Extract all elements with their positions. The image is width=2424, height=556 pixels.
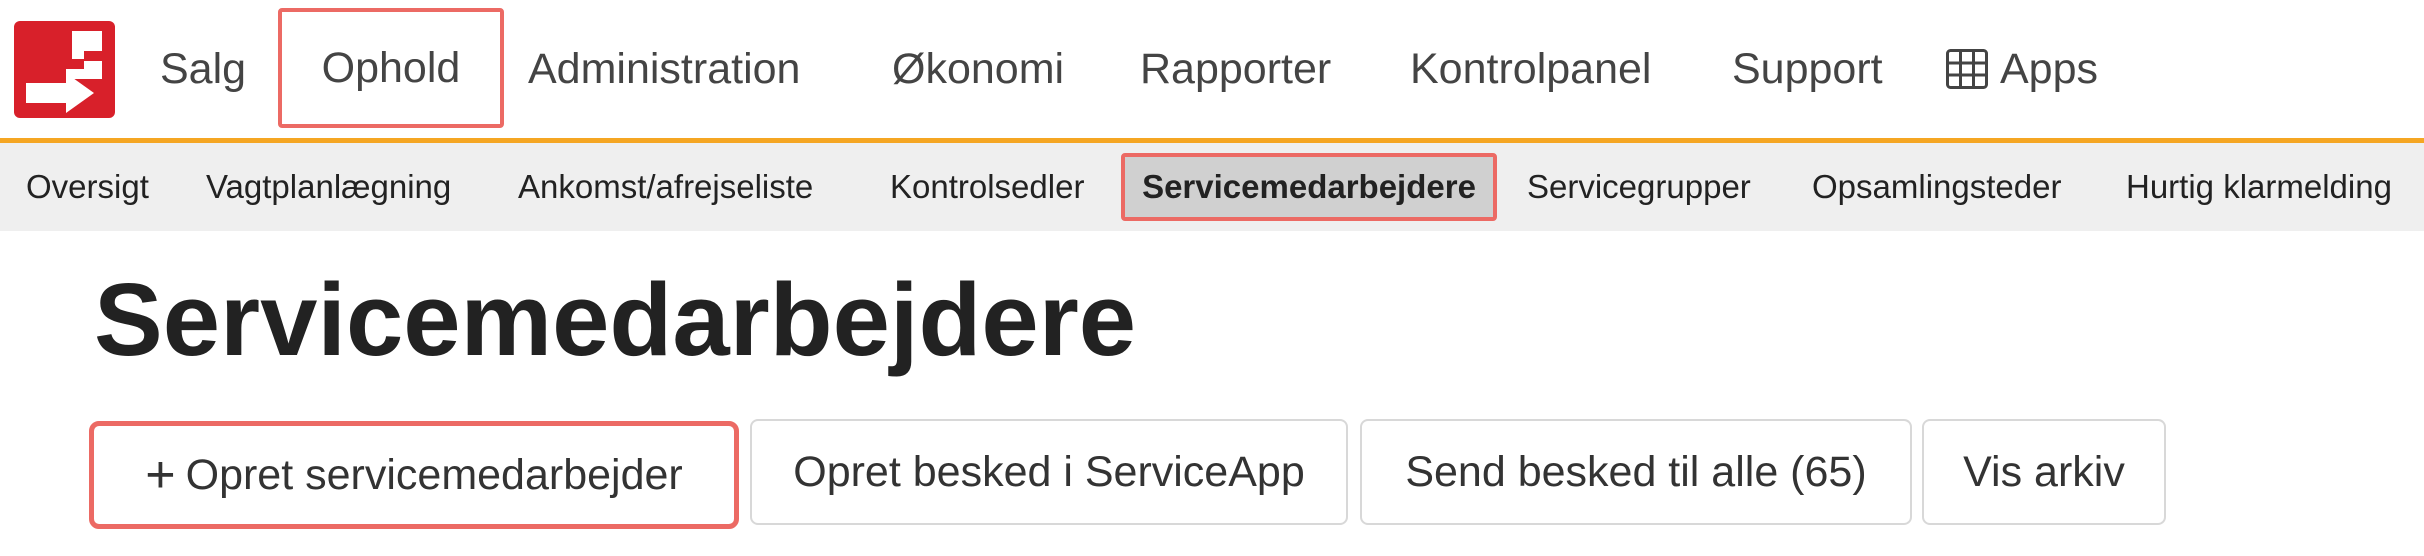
subnav-item-vagtplanlaegning[interactable]: Vagtplanlægning [206, 143, 472, 231]
nav-item-rapporter[interactable]: Rapporter [1140, 0, 1346, 138]
create-serviceapp-message-button[interactable]: Opret besked i ServiceApp [750, 419, 1348, 525]
subnav-item-servicegrupper[interactable]: Servicegrupper [1527, 143, 1763, 231]
sub-navigation: Oversigt Vagtplanlægning Ankomst/afrejse… [0, 143, 2424, 231]
subnav-item-hurtig-klarmelding[interactable]: Hurtig klarmelding [2126, 143, 2416, 231]
plus-icon: + [145, 446, 176, 504]
nav-item-apps-label: Apps [2000, 44, 2099, 93]
create-service-employee-label: Opret servicemedarbejder [185, 450, 683, 499]
nav-item-ophold[interactable]: Ophold [278, 8, 504, 128]
nav-item-kontrolpanel[interactable]: Kontrolpanel [1410, 0, 1670, 138]
subnav-item-ankomst-afrejseliste[interactable]: Ankomst/afrejseliste [518, 143, 834, 231]
page-title: Servicemedarbejdere [94, 262, 1137, 377]
subnav-item-kontrolsedler[interactable]: Kontrolsedler [890, 143, 1096, 231]
nav-item-salg[interactable]: Salg [160, 0, 256, 138]
subnav-item-oversigt[interactable]: Oversigt [26, 143, 156, 231]
create-service-employee-button[interactable]: + Opret servicemedarbejder [89, 421, 739, 529]
subnav-item-servicemedarbejdere[interactable]: Servicemedarbejdere [1121, 153, 1497, 221]
show-archive-button[interactable]: Vis arkiv [1922, 419, 2166, 525]
company-logo-icon[interactable] [14, 21, 115, 118]
nav-item-administration[interactable]: Administration [528, 0, 828, 138]
nav-item-support[interactable]: Support [1732, 0, 1902, 138]
grid-icon [1946, 49, 1988, 89]
top-navigation: Salg Ophold Administration Økonomi Rappo… [0, 0, 2424, 143]
subnav-item-opsamlingsteder[interactable]: Opsamlingsteder [1812, 143, 2078, 231]
send-message-all-button[interactable]: Send besked til alle (65) [1360, 419, 1912, 525]
nav-item-okonomi[interactable]: Økonomi [892, 0, 1078, 138]
nav-item-apps[interactable]: Apps [1946, 0, 2126, 138]
